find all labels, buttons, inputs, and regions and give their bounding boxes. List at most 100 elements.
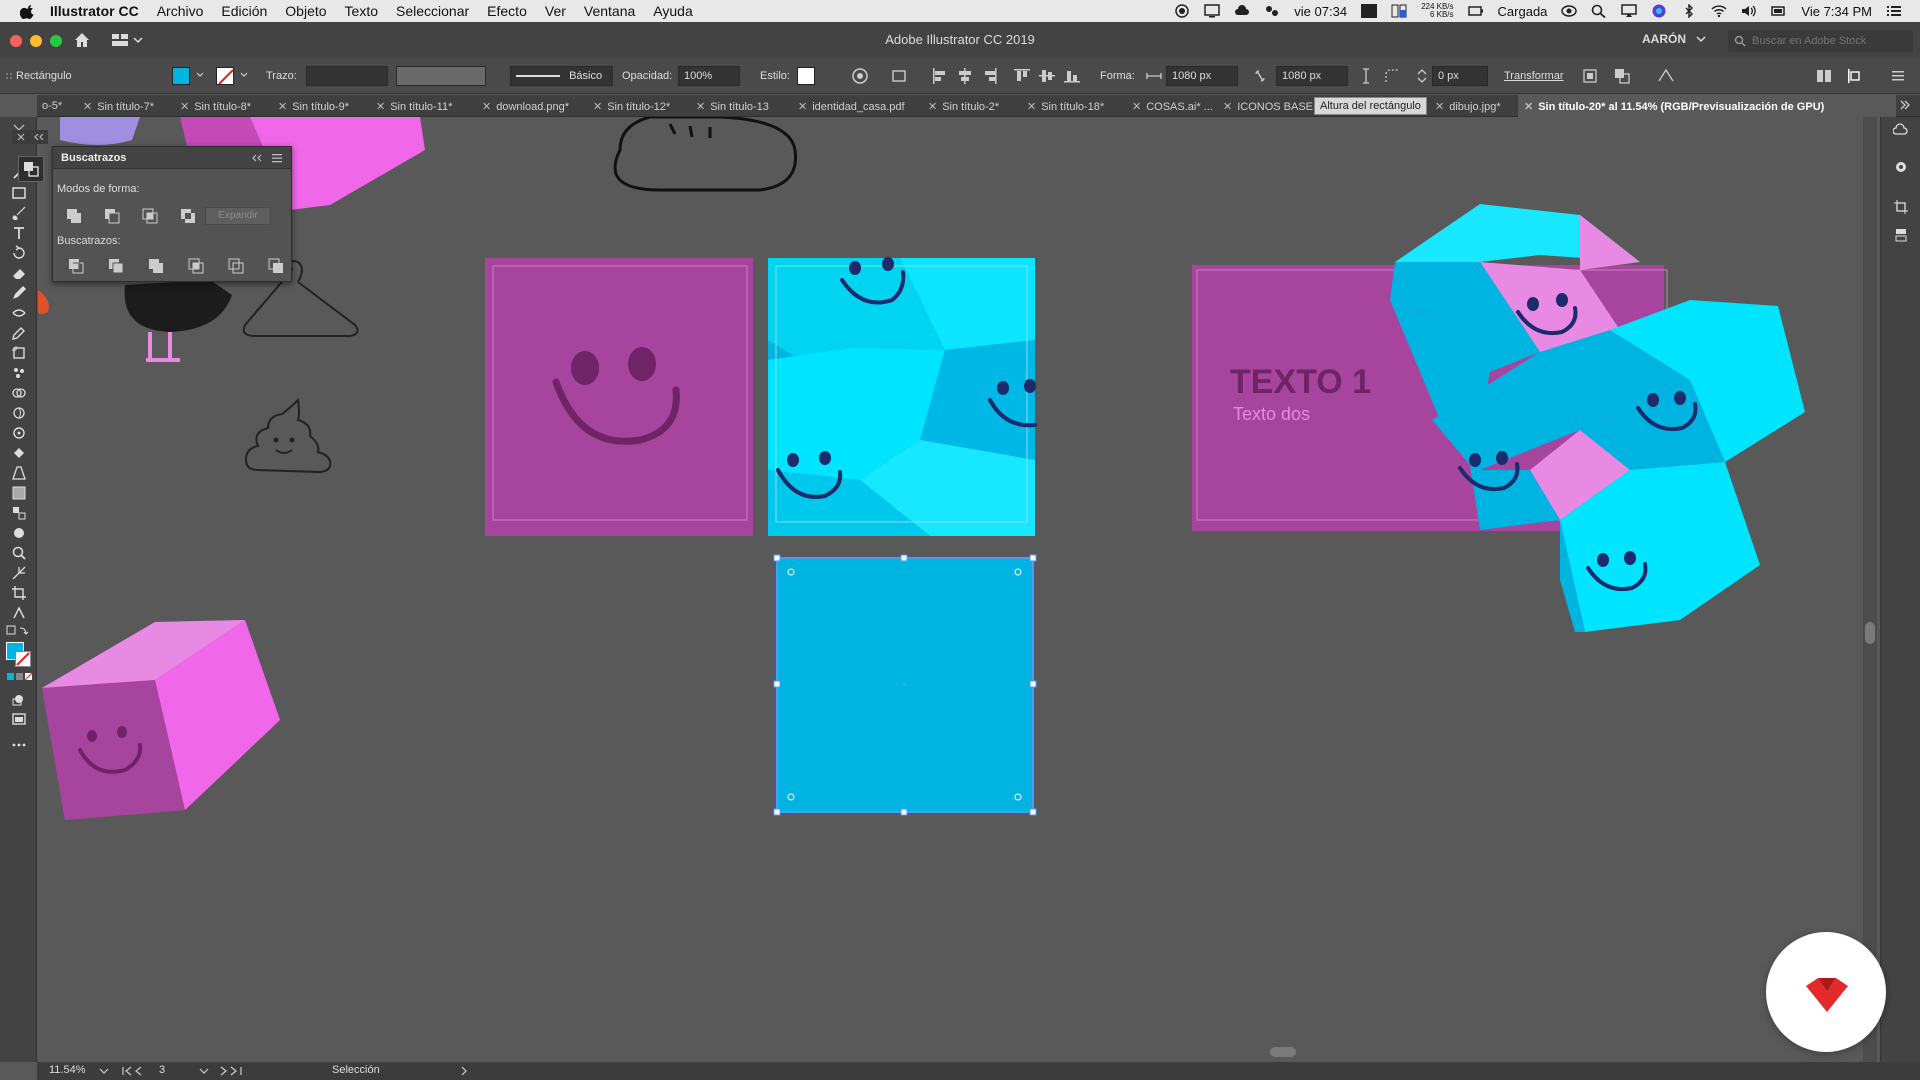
free-transform-icon[interactable] — [11, 425, 27, 441]
slice-tool-icon[interactable] — [11, 565, 27, 581]
close-tab-icon[interactable]: ✕ — [1223, 101, 1232, 113]
close-tab-icon[interactable]: ✕ — [696, 101, 705, 113]
exclude-icon[interactable] — [179, 207, 197, 225]
cyan-cubes-artboard[interactable] — [768, 257, 1037, 536]
unite-icon[interactable] — [65, 207, 83, 225]
blob-outline[interactable] — [613, 117, 798, 192]
tab-document[interactable]: o-5* — [42, 95, 62, 117]
clock[interactable]: Vie 7:34 PM — [1801, 4, 1872, 19]
close-tab-icon[interactable]: ✕ — [482, 101, 491, 113]
align-right-icon[interactable] — [980, 66, 1000, 86]
divide-icon[interactable] — [67, 257, 85, 275]
close-tab-icon[interactable]: ✕ — [83, 101, 92, 113]
chevron-right-icon[interactable] — [1898, 98, 1912, 112]
sync-icon[interactable] — [1264, 4, 1280, 18]
battery-level-icon[interactable] — [1771, 4, 1787, 18]
search-icon[interactable] — [1591, 4, 1607, 18]
stroke-color-swatch[interactable] — [15, 651, 31, 667]
perspective-grid-icon[interactable] — [11, 465, 27, 481]
minimize-window-button[interactable] — [30, 35, 42, 47]
scrollbar-thumb[interactable] — [1865, 622, 1875, 644]
corner-type-icon[interactable] — [1382, 66, 1402, 86]
intersect-icon[interactable] — [141, 207, 159, 225]
pathfinder-title[interactable]: Buscatrazos — [61, 152, 126, 164]
close-tab-icon[interactable]: ✕ — [593, 101, 602, 113]
close-tab-icon[interactable]: ✕ — [798, 101, 807, 113]
isolate-icon[interactable] — [1580, 66, 1600, 86]
canvas[interactable]: TEXTO 1 Texto dos — [37, 117, 1863, 1045]
poop-outline[interactable] — [244, 397, 332, 474]
tab-document[interactable]: ✕ Sin título-7* — [83, 95, 154, 117]
panel-grip-icon[interactable] — [4, 71, 14, 81]
stock-search-input[interactable] — [1752, 35, 1912, 47]
tab-document[interactable]: ✕ Sin título-13 — [696, 95, 769, 117]
menu-seleccionar[interactable]: Seleccionar — [396, 3, 469, 19]
selected-rectangle[interactable] — [773, 554, 1037, 816]
minus-front-icon[interactable] — [103, 207, 121, 225]
creative-cloud-icon[interactable] — [1234, 4, 1250, 18]
menu-ventana[interactable]: Ventana — [584, 3, 635, 19]
notification-center-icon[interactable] — [1886, 4, 1902, 18]
align-top-icon[interactable] — [1012, 66, 1032, 86]
battery-icon[interactable] — [1467, 4, 1484, 18]
panel-layout-icon[interactable] — [1814, 66, 1834, 86]
chevron-down-icon[interactable] — [1696, 34, 1706, 44]
properties-toggle-icon[interactable] — [1844, 66, 1864, 86]
type-tool-icon[interactable] — [11, 225, 27, 241]
user-menu[interactable]: AARÓN — [1642, 32, 1686, 46]
menu-efecto[interactable]: Efecto — [487, 3, 527, 19]
current-tool[interactable]: Selección — [332, 1064, 380, 1076]
warp-tool-icon[interactable] — [11, 405, 27, 421]
fill-swatch[interactable] — [172, 67, 190, 85]
menu-edicion[interactable]: Edición — [221, 3, 267, 19]
recolor-artwork-icon[interactable] — [850, 66, 870, 86]
airplay-icon[interactable] — [1621, 4, 1638, 18]
more-tools-icon[interactable] — [11, 737, 27, 753]
close-tab-icon[interactable]: ✕ — [1524, 101, 1533, 113]
stroke-swatch[interactable] — [216, 67, 234, 85]
constrain-proportions-icon[interactable] — [1250, 66, 1270, 86]
rotate-tool-icon[interactable] — [11, 245, 27, 261]
close-tab-icon[interactable]: ✕ — [180, 101, 189, 113]
menu-icon[interactable] — [1888, 66, 1908, 86]
partial-purple-shape[interactable] — [60, 117, 140, 145]
first-artboard-icon[interactable] — [121, 1065, 147, 1077]
zoom-level[interactable]: 11.54% — [49, 1064, 86, 1076]
libraries-panel-icon[interactable] — [1893, 123, 1909, 139]
tab-active-document[interactable]: ✕ Sin título-20* al 11.54% (RGB/Previsual… — [1518, 95, 1896, 117]
close-tab-icon[interactable]: ✕ — [1435, 101, 1444, 113]
arrange-icon[interactable] — [1612, 66, 1632, 86]
pathfinder-panel-icon[interactable] — [18, 156, 44, 182]
floating-panel-header[interactable] — [12, 130, 48, 144]
close-icon[interactable] — [12, 130, 48, 144]
color-mode-icons[interactable] — [6, 672, 32, 682]
menu-archivo[interactable]: Archivo — [157, 3, 204, 19]
apple-icon[interactable] — [20, 3, 36, 19]
graphic-style-swatch[interactable] — [797, 67, 815, 85]
live-paint-icon[interactable] — [11, 525, 27, 541]
artboard-tool-icon[interactable] — [11, 345, 27, 361]
pathfinder-header[interactable]: Buscatrazos — [53, 147, 291, 169]
gradient-tool-icon[interactable] — [11, 485, 27, 501]
align-left-icon[interactable] — [930, 66, 950, 86]
screen-mode-icon[interactable] — [11, 711, 27, 727]
close-tab-icon[interactable]: ✕ — [1027, 101, 1036, 113]
close-tab-icon[interactable]: ✕ — [928, 101, 937, 113]
workspace-switcher-icon[interactable] — [110, 32, 144, 48]
merge-icon[interactable] — [147, 257, 165, 275]
puppet-warp-icon[interactable] — [1656, 66, 1676, 86]
bluetooth-icon[interactable] — [1681, 4, 1697, 18]
tab-document[interactable]: ✕ Sin título-12* — [593, 95, 670, 117]
tab-document[interactable]: ✕ Sin título-9* — [278, 95, 349, 117]
align-center-icon[interactable] — [955, 66, 975, 86]
align-to-icon[interactable] — [890, 66, 910, 86]
menu-objeto[interactable]: Objeto — [285, 3, 326, 19]
puppet-warp-tool-icon[interactable] — [11, 605, 27, 621]
close-window-button[interactable] — [10, 35, 22, 47]
chevron-down-icon[interactable] — [196, 71, 204, 79]
zoom-tool-icon[interactable] — [11, 545, 27, 561]
opacity-field[interactable]: 100% — [678, 66, 740, 86]
shape-height-field[interactable]: 1080 px — [1276, 66, 1348, 86]
minus-back-icon[interactable] — [267, 257, 285, 275]
bird-illustration[interactable] — [38, 280, 232, 362]
